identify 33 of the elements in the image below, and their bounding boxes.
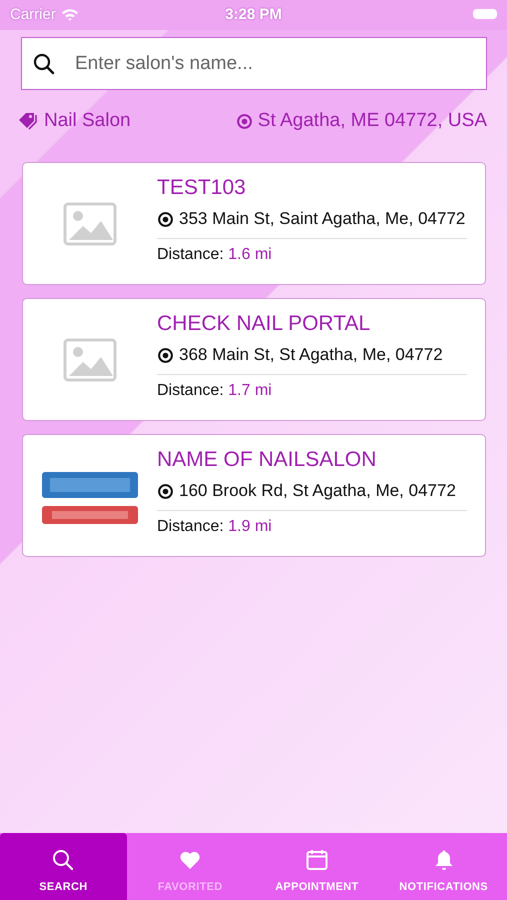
wifi-icon (60, 8, 79, 20)
salon-card[interactable]: TEST103 353 Main St, Saint Agatha, Me, 04772 Distance: 1.6 mi (22, 162, 486, 285)
category-link[interactable]: Nail Salon (17, 110, 131, 132)
carrier-label: Carrier (10, 6, 56, 22)
time-label: 3:28 PM (225, 6, 282, 22)
distance-label: Distance: (157, 382, 224, 399)
image-placeholder-icon (63, 202, 117, 246)
distance-value: 1.7 mi (228, 382, 272, 399)
distance-value: 1.9 mi (228, 518, 272, 535)
search-icon (51, 848, 76, 872)
distance-label: Distance: (157, 518, 224, 535)
distance-value: 1.6 mi (228, 246, 272, 263)
salon-name[interactable]: CHECK NAIL PORTAL (157, 312, 467, 336)
search-icon (33, 53, 55, 75)
salon-address: 353 Main St, Saint Agatha, Me, 04772 (179, 208, 466, 230)
image-placeholder-icon (63, 338, 117, 382)
location-link[interactable]: St Agatha, ME 04772, USA (236, 110, 487, 132)
battery-icon (473, 9, 497, 19)
distance-label: Distance: (157, 246, 224, 263)
salon-address: 368 Main St, St Agatha, Me, 04772 (179, 344, 443, 366)
search-field[interactable]: Enter salon's name... (21, 37, 487, 90)
location-icon (157, 211, 174, 228)
salon-address: 160 Brook Rd, St Agatha, Me, 04772 (179, 480, 456, 502)
location-icon (157, 483, 174, 500)
salon-name[interactable]: TEST103 (157, 176, 467, 200)
location-icon (157, 347, 174, 364)
tag-icon (17, 111, 39, 131)
calendar-icon (304, 848, 329, 872)
salon-name[interactable]: NAME OF NAILSALON (157, 448, 467, 472)
tab-button[interactable]: SEARCH (0, 833, 127, 900)
salon-card[interactable]: CHECK NAIL PORTAL 368 Main St, St Agatha, Me, 04772 Distance: 1.7 mi (22, 298, 486, 421)
salon-card[interactable]: NAME OF NAILSALON 160 Brook Rd, St Agatha, Me, 04772 Distance: 1.9 mi (22, 434, 486, 557)
location-icon (236, 112, 253, 130)
